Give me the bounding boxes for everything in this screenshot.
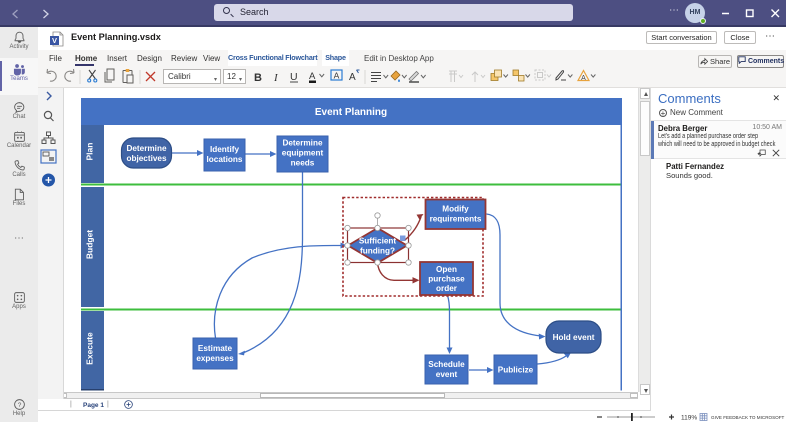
svg-text:Schedule: Schedule [428, 360, 465, 369]
svg-text:GIVE FEEDBACK TO MICROSOFT: GIVE FEEDBACK TO MICROSOFT [711, 415, 785, 420]
svg-text:Determine: Determine [282, 139, 322, 148]
svg-text:A: A [309, 71, 316, 82]
svg-text:119%: 119% [681, 415, 697, 422]
svg-text:I: I [273, 72, 279, 84]
svg-text:Determine: Determine [126, 144, 166, 153]
svg-text:Modify: Modify [442, 205, 469, 214]
svg-text:B: B [254, 72, 262, 84]
svg-text:Open: Open [436, 265, 457, 274]
svg-text:Execute: Execute [85, 332, 95, 365]
svg-text:objectives: objectives [126, 154, 166, 163]
svg-text:Event Planning: Event Planning [315, 107, 387, 118]
svg-text:needs: needs [291, 159, 315, 168]
svg-text:U: U [290, 71, 298, 83]
svg-text:Plan: Plan [85, 143, 95, 161]
svg-text:Estimate: Estimate [198, 344, 233, 353]
svg-text:expenses: expenses [196, 354, 234, 363]
svg-text:A: A [349, 72, 356, 83]
svg-text:event: event [436, 370, 458, 379]
svg-text:funding?: funding? [360, 247, 395, 256]
svg-text:A: A [581, 75, 586, 82]
svg-text:requirements: requirements [430, 215, 482, 224]
svg-text:A: A [334, 71, 340, 81]
svg-text:locations: locations [207, 155, 243, 164]
svg-text:purchase: purchase [428, 275, 465, 284]
svg-text:?: ? [17, 402, 21, 409]
svg-text:Sufficient: Sufficient [359, 237, 397, 246]
svg-text:order: order [436, 284, 458, 293]
svg-text:Hold event: Hold event [553, 333, 595, 342]
svg-text:Publicize: Publicize [498, 366, 534, 375]
svg-text:Budget: Budget [85, 230, 95, 259]
svg-text:V: V [52, 36, 57, 45]
svg-text:equipment: equipment [282, 149, 324, 158]
svg-text:Identify: Identify [210, 145, 240, 154]
